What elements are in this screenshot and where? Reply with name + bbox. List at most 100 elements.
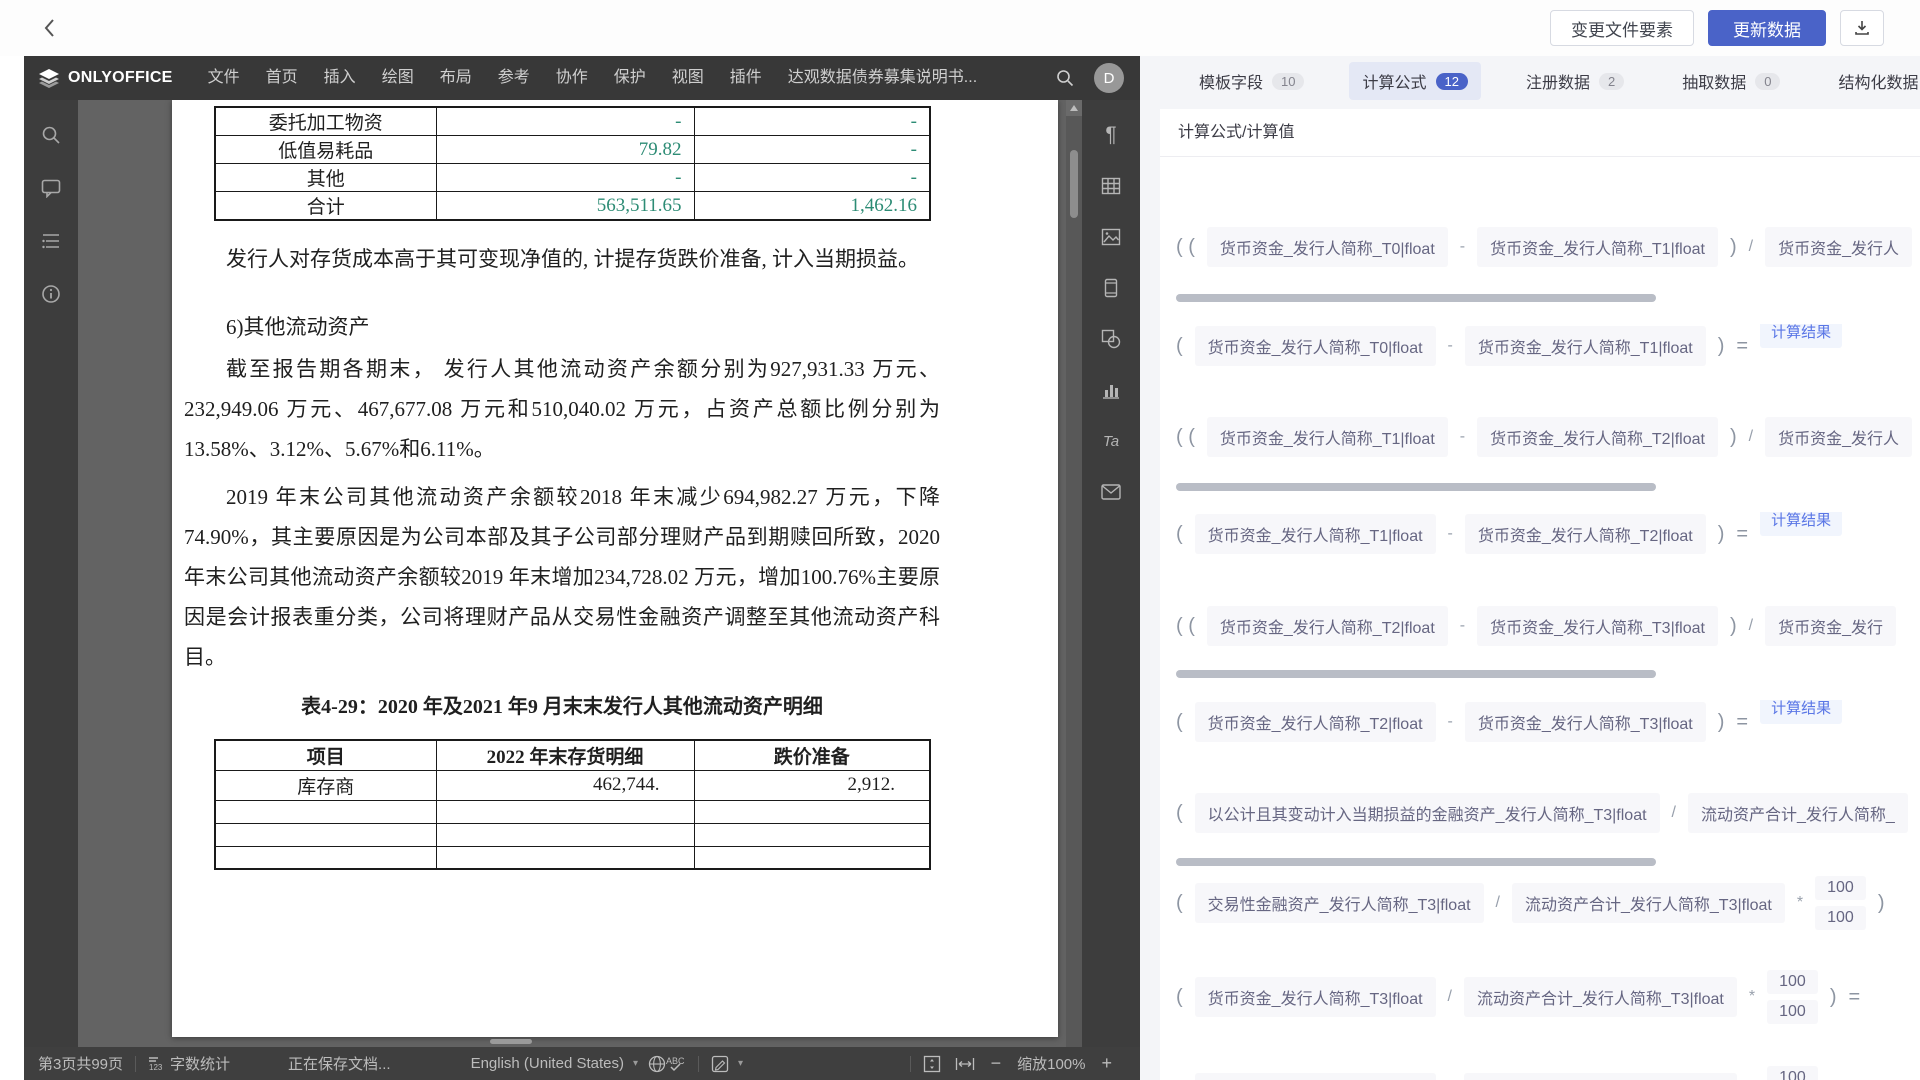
horizontal-scrollbar[interactable] — [1176, 483, 1656, 491]
formula-card: 计算公式/计算值 ( (货币资金_发行人简称_T0|float-货币资金_发行人… — [1160, 109, 1920, 1080]
search-icon[interactable] — [1054, 67, 1076, 89]
field-token[interactable]: 以公计且其变动计入当期损益的金融资产_发行人简称_T3|float — [1195, 793, 1660, 833]
fraction-token[interactable]: 100100 — [1815, 876, 1866, 930]
field-token[interactable]: 货币资金_发行人 — [1765, 227, 1912, 267]
vertical-scrollbar[interactable] — [1066, 100, 1082, 1047]
fraction-token[interactable]: 100100 — [1767, 970, 1818, 1024]
tab-注册数据[interactable]: 注册数据2 — [1513, 62, 1637, 100]
fit-width-icon[interactable] — [955, 1057, 975, 1071]
field-token[interactable]: 货币资金_发行人简称_T3|float — [1477, 606, 1718, 646]
spellcheck-icon[interactable]: ABC — [666, 1055, 686, 1073]
image-settings-icon[interactable] — [1100, 226, 1122, 248]
menu-item[interactable]: 协作 — [543, 56, 601, 100]
mailmerge-icon[interactable] — [1100, 481, 1122, 503]
menu-item[interactable]: 首页 — [253, 56, 311, 100]
table-settings-icon[interactable] — [1100, 175, 1122, 197]
change-file-elements-button[interactable]: 变更文件要素 — [1550, 10, 1694, 46]
horizontal-scrollbar[interactable] — [1176, 670, 1656, 678]
page-indicator[interactable]: 第3页共99页 — [38, 1053, 123, 1074]
textart-settings-icon[interactable]: Ta — [1100, 430, 1122, 452]
navigation-icon[interactable] — [40, 230, 62, 252]
update-data-button[interactable]: 更新数据 — [1708, 10, 1826, 46]
menu-item[interactable]: 插入 — [311, 56, 369, 100]
comments-icon[interactable] — [40, 177, 62, 199]
paragraph-settings-icon[interactable]: ¶ — [1100, 124, 1122, 146]
menu-item[interactable]: 绘图 — [369, 56, 427, 100]
field-token[interactable]: 流动资产合计_发行人简称_T2|float — [1464, 1073, 1737, 1080]
field-token[interactable]: 货币资金_发行人简称_T1|float — [1477, 227, 1718, 267]
field-token[interactable]: 货币资金_发行人简称_T2|float — [1477, 417, 1718, 457]
back-icon[interactable] — [36, 14, 64, 42]
menu-item[interactable]: 文件 — [195, 56, 253, 100]
field-token[interactable]: 货币资金_发行人简称_T3|float — [1465, 702, 1706, 742]
field-token[interactable]: 货币资金_发行人简称_T2|float — [1195, 702, 1436, 742]
headerfooter-settings-icon[interactable] — [1100, 277, 1122, 299]
editor-body: 委托加工物资--低值易耗品79.82-其他--合计563,511.651,462… — [24, 100, 1140, 1047]
user-avatar[interactable]: D — [1094, 63, 1124, 93]
field-token[interactable]: 货币资金_发行人 — [1765, 417, 1912, 457]
fraction-value: 100 — [1767, 1066, 1818, 1080]
formula-row: (货币资金_发行人简称_T2|float-货币资金_发行人简称_T3|float… — [1176, 700, 1920, 744]
horizontal-scrollbar[interactable] — [490, 1039, 532, 1044]
operator: ( ( — [1176, 236, 1195, 259]
field-token[interactable]: 货币资金_发行人简称_T2|float — [1465, 514, 1706, 554]
zoom-out-button[interactable]: − — [991, 1053, 1002, 1074]
field-token[interactable]: 货币资金_发行人简称_T2|float — [1195, 1073, 1436, 1080]
operator: - — [1448, 525, 1453, 543]
language-selector[interactable]: English (United States)▾ — [471, 1055, 638, 1072]
tab-模板字段[interactable]: 模板字段10 — [1186, 62, 1317, 100]
menu-item[interactable]: 插件 — [717, 56, 775, 100]
field-token[interactable]: 货币资金_发行人简称_T2|float — [1207, 606, 1448, 646]
scrollbar-thumb[interactable] — [1070, 150, 1078, 218]
panel-tabs: 模板字段10 计算公式12 注册数据2 抽取数据0 结构化数据0 — [1140, 56, 1920, 106]
menu-item[interactable]: 保护 — [601, 56, 659, 100]
menu-item[interactable]: 视图 — [659, 56, 717, 100]
menu-item[interactable]: 参考 — [485, 56, 543, 100]
inventory-table: 委托加工物资--低值易耗品79.82-其他--合计563,511.651,462… — [214, 106, 931, 221]
onlyoffice-logo-icon — [38, 68, 60, 88]
field-token[interactable]: 交易性金融资产_发行人简称_T3|float — [1195, 883, 1484, 923]
table-cell: 462,744. — [436, 770, 694, 800]
spellcheck-language-icon[interactable] — [648, 1055, 666, 1073]
table-row: 委托加工物资-- — [215, 107, 930, 136]
field-token[interactable]: 货币资金_发行人简称_T0|float — [1207, 227, 1448, 267]
track-changes-icon[interactable]: ▾ — [711, 1055, 743, 1073]
tab-计算公式[interactable]: 计算公式12 — [1349, 62, 1480, 100]
table-cell — [215, 800, 436, 823]
table-cell: - — [436, 164, 694, 192]
word-count[interactable]: 123 字数统计 — [148, 1053, 230, 1074]
search-icon[interactable] — [40, 124, 62, 146]
tab-结构化数据[interactable]: 结构化数据0 — [1825, 62, 1920, 100]
field-token[interactable]: 货币资金_发行人简称_T1|float — [1207, 417, 1448, 457]
formula-row: (货币资金_发行人简称_T2|float/流动资产合计_发行人简称_T2|flo… — [1176, 1059, 1920, 1080]
download-button[interactable] — [1840, 10, 1884, 46]
chart-settings-icon[interactable] — [1100, 379, 1122, 401]
tab-抽取数据[interactable]: 抽取数据0 — [1669, 62, 1793, 100]
fit-page-icon[interactable] — [923, 1055, 941, 1073]
text-run: 927,931.33 万元、 — [770, 357, 940, 381]
field-token[interactable]: 货币资金_发行人简称_T1|float — [1195, 514, 1436, 554]
table-header-cell: 2022 年末存货明细 — [436, 740, 694, 770]
field-token[interactable]: 货币资金_发行人简称_T3|float — [1195, 977, 1436, 1017]
zoom-level[interactable]: 缩放100% — [1017, 1053, 1085, 1074]
zoom-in-button[interactable]: + — [1101, 1053, 1112, 1074]
menu-item[interactable]: 达观数据债券募集说明书... — [775, 56, 990, 100]
field-token[interactable]: 货币资金_发行 — [1765, 606, 1896, 646]
table-header-cell: 项目 — [215, 740, 436, 770]
fraction-token[interactable]: 100100 — [1767, 1066, 1818, 1080]
field-token[interactable]: 流动资产合计_发行人简称_T3|float — [1512, 883, 1785, 923]
horizontal-scrollbar[interactable] — [1176, 858, 1656, 866]
scroll-up-icon[interactable] — [1066, 100, 1082, 116]
about-icon[interactable] — [40, 283, 62, 305]
field-token[interactable]: 流动资产合计_发行人简称_T3|float — [1464, 977, 1737, 1017]
table-cell: - — [694, 136, 930, 164]
horizontal-scrollbar[interactable] — [1176, 294, 1656, 302]
operator: * — [1749, 988, 1755, 1006]
field-token[interactable]: 流动资产合计_发行人简称_ — [1688, 793, 1908, 833]
field-token[interactable]: 货币资金_发行人简称_T1|float — [1465, 326, 1706, 366]
result-token: 计算结果 — [1760, 700, 1842, 724]
menu-item[interactable]: 布局 — [427, 56, 485, 100]
document-page[interactable]: 委托加工物资--低值易耗品79.82-其他--合计563,511.651,462… — [172, 100, 1058, 1037]
field-token[interactable]: 货币资金_发行人简称_T0|float — [1195, 326, 1436, 366]
shape-settings-icon[interactable] — [1100, 328, 1122, 350]
